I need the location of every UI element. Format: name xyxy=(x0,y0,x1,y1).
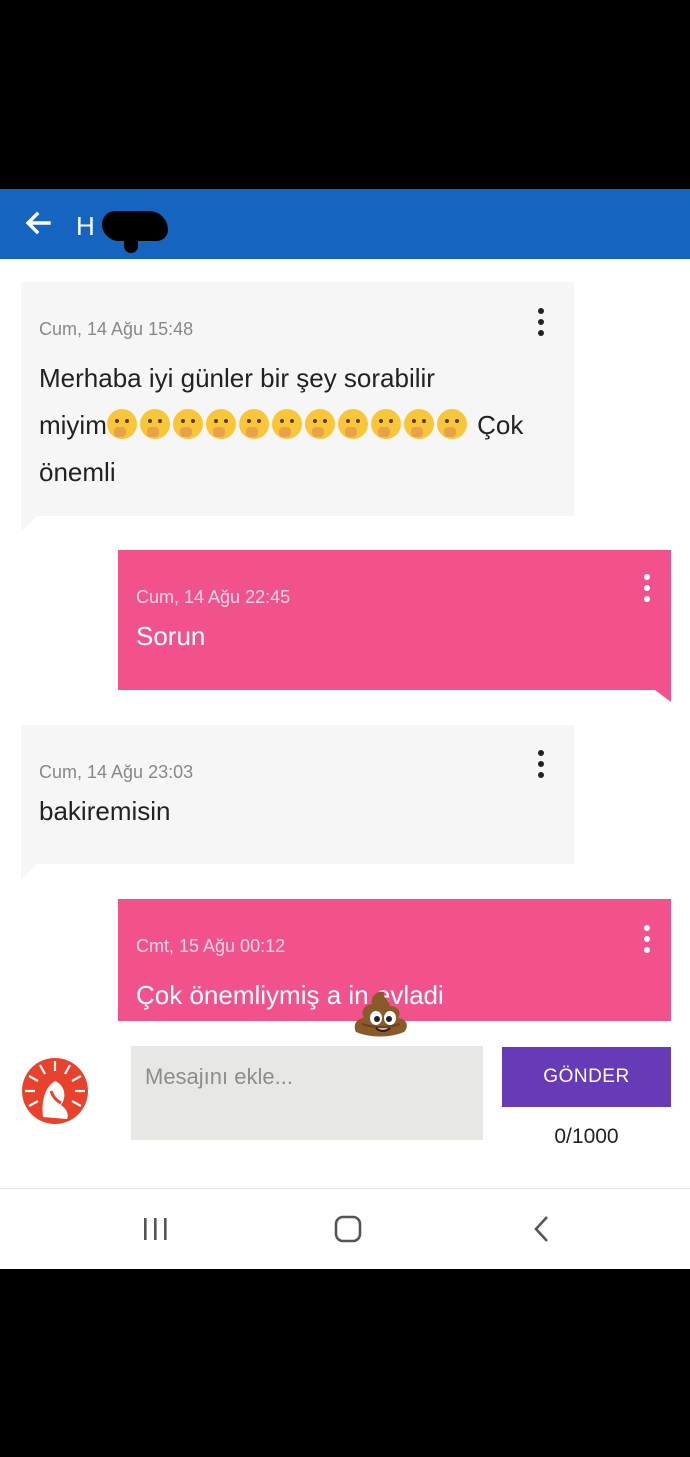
message-text: bakiremisin xyxy=(39,796,171,826)
bubble-tail xyxy=(21,864,37,880)
avatar[interactable] xyxy=(21,1057,89,1125)
pile-of-poo-emoji-icon xyxy=(350,980,410,1040)
message-text-segment: miyim xyxy=(39,410,107,440)
thinking-face-hand-over-mouth-icon xyxy=(403,409,434,439)
emoji-row xyxy=(106,409,470,440)
thinking-face-hand-over-mouth-icon xyxy=(139,409,170,439)
message-date: Cmt, 15 Ağu 00:12 xyxy=(136,936,286,956)
message-list[interactable]: Cum, 14 Ağu 15:48 Merhaba iyi günler bir… xyxy=(0,259,690,1034)
message-text: Merhaba iyi günler bir şey sorabilir miy… xyxy=(39,355,564,496)
home-icon[interactable] xyxy=(328,1209,368,1249)
bubble-tail xyxy=(21,516,37,532)
thinking-face-hand-over-mouth-icon xyxy=(436,409,467,439)
message-text-line: önemli xyxy=(39,457,116,487)
character-counter: 0/1000 xyxy=(554,1125,619,1148)
message-text-line: Merhaba iyi günler bir şey sorabilir xyxy=(39,363,435,393)
message-text-segment: Çok xyxy=(469,410,524,440)
more-options-icon[interactable] xyxy=(642,574,652,606)
thinking-face-hand-over-mouth-icon xyxy=(271,409,302,439)
thinking-face-hand-over-mouth-icon xyxy=(370,409,401,439)
send-button[interactable]: GÖNDER xyxy=(502,1047,671,1107)
thinking-face-hand-over-mouth-icon xyxy=(106,409,137,439)
more-options-icon[interactable] xyxy=(536,308,546,340)
message-composer: GÖNDER 0/1000 xyxy=(0,1034,690,1189)
system-navigation-bar xyxy=(0,1188,690,1269)
back-chevron-icon[interactable] xyxy=(522,1209,562,1249)
recent-apps-icon[interactable] xyxy=(135,1209,175,1249)
message-date: Cum, 14 Ağu 22:45 xyxy=(136,587,291,607)
more-options-icon[interactable] xyxy=(642,925,652,957)
thinking-face-hand-over-mouth-icon xyxy=(337,409,368,439)
thinking-face-hand-over-mouth-icon xyxy=(238,409,269,439)
message-incoming: Cum, 14 Ağu 23:03 bakiremisin xyxy=(21,725,574,864)
message-text: Sorun xyxy=(136,621,206,651)
bubble-tail xyxy=(655,690,671,702)
app-screen: H 9 Cum, 14 Ağu 15:48 Merhaba iyi günler… xyxy=(0,189,690,1269)
thinking-face-hand-over-mouth-icon xyxy=(205,409,236,439)
app-bar: H 9 xyxy=(0,189,690,259)
thinking-face-hand-over-mouth-icon xyxy=(304,409,335,439)
message-outgoing: Cum, 14 Ağu 22:45 Sorun xyxy=(118,550,671,690)
message-incoming: Cum, 14 Ağu 15:48 Merhaba iyi günler bir… xyxy=(21,282,574,516)
message-date: Cum, 14 Ağu 15:48 xyxy=(39,319,194,339)
thinking-face-hand-over-mouth-icon xyxy=(172,409,203,439)
arrow-left-icon[interactable] xyxy=(22,207,54,239)
message-input[interactable] xyxy=(131,1046,483,1140)
redaction-scribble xyxy=(102,211,168,253)
message-date: Cum, 14 Ağu 23:03 xyxy=(39,762,194,782)
message-text-line: miyim Çok xyxy=(39,402,564,449)
more-options-icon[interactable] xyxy=(536,750,546,782)
